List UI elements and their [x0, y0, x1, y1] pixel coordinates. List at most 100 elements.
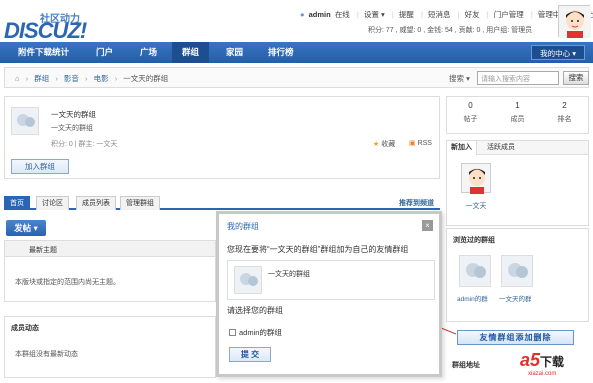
search-input[interactable]: 请输入搜索内容	[477, 71, 559, 85]
stat-members-value: 1	[515, 101, 520, 110]
stat-posts-value: 0	[468, 101, 473, 110]
online-status[interactable]: 在线	[335, 10, 350, 19]
group-avatar-icon	[508, 263, 528, 278]
top-user-bar: ● admin 在线 | 设置 ▾ | 提醒 | 短消息 | 好友 | 门户管理 …	[300, 9, 593, 20]
watermark-url: xiazai.com	[528, 371, 557, 377]
star-icon: ★	[373, 141, 380, 148]
breadcrumb-movie[interactable]: 电影	[94, 74, 109, 83]
member-avatar[interactable]	[461, 163, 491, 194]
empty-thread-message: 本版块或指定的范围内尚无主题。	[15, 279, 120, 286]
my-center-label: 我的中心	[540, 49, 571, 58]
group-avatar-icon	[17, 114, 35, 127]
my-center-button[interactable]: 我的中心 ▾	[531, 45, 585, 60]
stat-posts-label: 帖子	[463, 116, 478, 123]
viewed-groups-panel: 浏览过的群组 admin的群 一文天的群	[446, 228, 589, 322]
submit-button[interactable]: 提 交	[229, 347, 271, 362]
portal-admin-link[interactable]: 门户管理	[494, 10, 524, 19]
chevron-down-icon: ▾	[380, 10, 385, 19]
recommend-link[interactable]: 推荐到频道	[399, 198, 434, 208]
members-panel: 新加入 活跃成员 一文天	[446, 140, 589, 226]
group-avatar-icon	[466, 263, 486, 278]
join-group-button[interactable]: 加入群组	[11, 159, 69, 174]
stat-rank-label: 排名	[557, 116, 572, 123]
nav-item-ranking[interactable]: 排行榜	[258, 42, 304, 63]
tab-home[interactable]: 首页	[4, 196, 30, 210]
friends-link[interactable]: 好友	[465, 10, 480, 19]
nav-item-groups[interactable]: 群组	[172, 42, 210, 63]
breadcrumb: ⌂ › 群组 › 影音 › 电影 › 一文天的群组 搜索 ▾ 请输入搜索内容 搜…	[4, 67, 589, 88]
breadcrumb-media[interactable]: 影音	[64, 74, 79, 83]
dialog-title: 我的群组	[227, 222, 259, 231]
search-type-label: 搜索	[449, 74, 464, 83]
tab-new-members[interactable]: 新加入	[447, 141, 477, 155]
member-activity-panel: 成员动态 本群组没有最新动态	[4, 316, 216, 378]
close-icon[interactable]: ×	[422, 220, 433, 231]
member-activity-empty: 本群组没有最新动态	[15, 351, 78, 358]
member-activity-header: 成员动态	[11, 325, 39, 332]
group-description: 一文天的群组	[51, 125, 93, 132]
group-stats: 0 帖子 1 成员 2 排名	[446, 96, 589, 134]
settings-link[interactable]: 设置	[364, 10, 379, 19]
nav-item-portal[interactable]: 门户	[86, 42, 123, 63]
user-stats: 积分: 77 , 威望: 0 , 金钱: 54 , 贡献: 0 , 用户组: 管…	[368, 27, 533, 34]
home-icon[interactable]: ⌂	[15, 74, 20, 83]
target-group-card: 一文天的群组	[227, 260, 435, 300]
group-tabs: 首页 讨论区 成员列表 管理群组 推荐到频道	[4, 196, 440, 210]
thread-list: 最新主题 本版块或指定的范围内尚无主题。	[4, 240, 216, 302]
viewed-group-name[interactable]: admin的群	[457, 293, 488, 303]
search-button[interactable]: 搜索	[563, 71, 589, 85]
tab-discussion[interactable]: 讨论区	[36, 196, 69, 210]
favorite-link[interactable]: ★ 收藏	[373, 139, 395, 149]
target-group-avatar	[234, 266, 262, 294]
avatar-icon	[559, 6, 591, 38]
stat-rank-value: 2	[562, 101, 567, 110]
rss-icon: ▣	[409, 140, 416, 147]
nav-item-attachment-stats[interactable]: 附件下载统计	[8, 42, 79, 63]
tab-manage[interactable]: 管理群组	[120, 196, 160, 210]
chevron-down-icon: ▾	[466, 74, 470, 83]
group-address-label: 群组地址	[452, 362, 480, 369]
group-checkbox[interactable]: admin的群组	[229, 327, 282, 338]
viewed-group-avatar[interactable]	[501, 255, 533, 287]
viewed-group-avatar[interactable]	[459, 255, 491, 287]
member-name[interactable]: 一文天	[461, 201, 491, 211]
tab-members[interactable]: 成员列表	[76, 196, 116, 210]
favorite-label: 收藏	[381, 141, 396, 148]
avatar-icon	[469, 168, 485, 194]
username-link[interactable]: admin	[309, 10, 331, 19]
watermark-brand: a5	[520, 350, 541, 370]
notify-link[interactable]: 提醒	[399, 10, 414, 19]
new-post-label: 发帖	[14, 223, 32, 233]
dialog-prompt: 您现在要将“一文天的群组”群组加为自己的友情群组	[227, 245, 409, 254]
watermark-logo: a5下载	[520, 350, 564, 371]
select-group-label: 请选择您的群组	[227, 306, 283, 315]
checkbox-icon	[229, 329, 236, 336]
nav-item-plaza[interactable]: 广场	[130, 42, 167, 63]
group-avatar-icon	[240, 273, 258, 286]
nav-item-home[interactable]: 家园	[216, 42, 253, 63]
search-type-select[interactable]: 搜索 ▾	[449, 73, 470, 84]
main-nav: 附件下载统计 门户 广场 群组 家园 排行榜 我的中心 ▾	[0, 42, 593, 63]
chevron-down-icon: ▾	[572, 49, 576, 58]
breadcrumb-groups[interactable]: 群组	[34, 74, 49, 83]
friend-group-manage-button[interactable]: 友情群组添加删除	[457, 330, 574, 345]
friend-group-dialog: 我的群组 × 您现在要将“一文天的群组”群组加为自己的友情群组 一文天的群组 请…	[216, 211, 442, 377]
thread-list-header: 最新主题	[29, 247, 57, 254]
group-avatar	[11, 107, 39, 135]
tab-active-members[interactable]: 活跃成员	[483, 141, 519, 155]
new-post-button[interactable]: 发帖 ▾	[6, 220, 46, 236]
rss-label: RSS	[417, 140, 432, 147]
message-link[interactable]: 短消息	[428, 10, 451, 19]
group-name: 一文天的群组	[51, 110, 96, 119]
watermark-text: 下载	[540, 355, 565, 369]
viewed-group-name[interactable]: 一文天的群	[499, 293, 532, 303]
logo[interactable]: DISCUZ!	[4, 18, 87, 44]
chevron-down-icon: ▾	[33, 223, 38, 233]
stat-members-label: 成员	[510, 116, 525, 123]
user-avatar[interactable]	[558, 5, 591, 38]
group-meta: 积分: 0 | 群主: 一文天	[51, 141, 118, 148]
target-group-name: 一文天的群组	[268, 271, 310, 278]
rss-link[interactable]: ▣ RSS	[409, 139, 432, 147]
breadcrumb-current: 一文天的群组	[123, 74, 169, 83]
user-icon: ●	[300, 10, 305, 19]
